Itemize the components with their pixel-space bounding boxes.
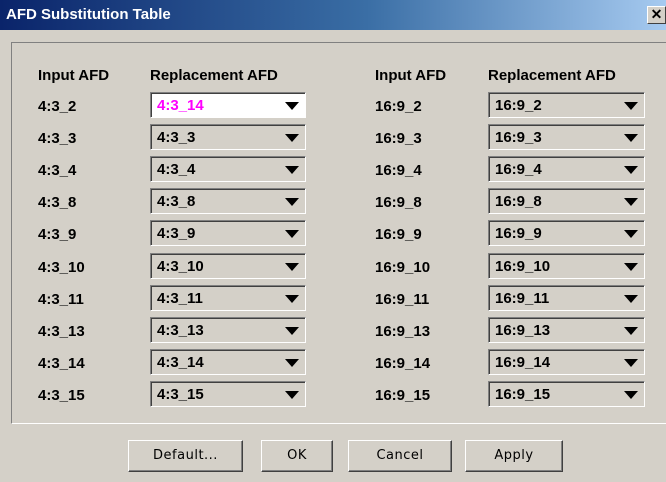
replacement-afd-dropdown[interactable]: 4:3_9 xyxy=(150,220,306,246)
input-afd-label: 4:3_14 xyxy=(38,355,85,372)
input-afd-label: 16:9_3 xyxy=(375,130,422,147)
header-input-afd-right: Input AFD xyxy=(375,67,447,84)
replacement-afd-dropdown[interactable]: 16:9_13 xyxy=(488,317,645,343)
replacement-afd-value: 16:9_15 xyxy=(495,386,551,403)
cancel-button[interactable]: Cancel xyxy=(348,440,452,472)
replacement-afd-value: 16:9_4 xyxy=(495,161,542,178)
replacement-afd-dropdown[interactable]: 4:3_14 xyxy=(150,92,306,118)
replacement-afd-value: 16:9_13 xyxy=(495,322,551,339)
chevron-down-icon[interactable] xyxy=(285,295,299,303)
input-afd-label: 4:3_15 xyxy=(38,387,85,404)
chevron-down-icon[interactable] xyxy=(285,198,299,206)
input-afd-label: 4:3_2 xyxy=(38,98,77,115)
replacement-afd-dropdown[interactable]: 4:3_3 xyxy=(150,124,306,150)
chevron-down-icon[interactable] xyxy=(624,359,638,367)
replacement-afd-dropdown[interactable]: 16:9_4 xyxy=(488,156,645,182)
replacement-afd-value: 16:9_11 xyxy=(495,290,550,307)
input-afd-label: 4:3_4 xyxy=(38,162,77,179)
replacement-afd-dropdown[interactable]: 4:3_15 xyxy=(150,381,306,407)
replacement-afd-dropdown[interactable]: 4:3_8 xyxy=(150,188,306,214)
input-afd-label: 4:3_9 xyxy=(38,226,77,243)
chevron-down-icon[interactable] xyxy=(285,102,299,110)
input-afd-label: 16:9_10 xyxy=(375,259,431,276)
chevron-down-icon[interactable] xyxy=(285,134,299,142)
replacement-afd-value: 4:3_14 xyxy=(157,354,204,371)
default-button[interactable]: Default... xyxy=(128,440,243,472)
chevron-down-icon[interactable] xyxy=(624,198,638,206)
replacement-afd-dropdown[interactable]: 4:3_14 xyxy=(150,349,306,375)
replacement-afd-dropdown[interactable]: 4:3_10 xyxy=(150,253,306,279)
header-replacement-afd-right: Replacement AFD xyxy=(488,67,616,84)
apply-button[interactable]: Apply xyxy=(465,440,563,472)
input-afd-label: 4:3_3 xyxy=(38,130,77,147)
replacement-afd-dropdown[interactable]: 16:9_14 xyxy=(488,349,645,375)
chevron-down-icon[interactable] xyxy=(285,230,299,238)
replacement-afd-value: 16:9_3 xyxy=(495,129,542,146)
replacement-afd-dropdown[interactable]: 4:3_13 xyxy=(150,317,306,343)
replacement-afd-value: 4:3_14 xyxy=(157,97,204,114)
input-afd-label: 4:3_13 xyxy=(38,323,85,340)
replacement-afd-value: 4:3_13 xyxy=(157,322,204,339)
input-afd-label: 16:9_8 xyxy=(375,194,422,211)
chevron-down-icon[interactable] xyxy=(285,327,299,335)
chevron-down-icon[interactable] xyxy=(624,230,638,238)
input-afd-label: 16:9_15 xyxy=(375,387,431,404)
input-afd-label: 4:3_8 xyxy=(38,194,77,211)
replacement-afd-dropdown[interactable]: 16:9_15 xyxy=(488,381,645,407)
input-afd-label: 16:9_2 xyxy=(375,98,422,115)
header-input-afd-left: Input AFD xyxy=(38,67,110,84)
title-bar: AFD Substitution Table ✕ xyxy=(0,0,666,30)
chevron-down-icon[interactable] xyxy=(624,166,638,174)
chevron-down-icon[interactable] xyxy=(285,166,299,174)
ok-button[interactable]: OK xyxy=(261,440,333,472)
chevron-down-icon[interactable] xyxy=(285,391,299,399)
window-title: AFD Substitution Table xyxy=(6,6,171,23)
input-afd-label: 16:9_11 xyxy=(375,291,430,308)
replacement-afd-value: 16:9_14 xyxy=(495,354,551,371)
replacement-afd-value: 4:3_8 xyxy=(157,193,196,210)
chevron-down-icon[interactable] xyxy=(624,327,638,335)
replacement-afd-value: 4:3_15 xyxy=(157,386,204,403)
input-afd-label: 16:9_9 xyxy=(375,226,422,243)
replacement-afd-value: 4:3_11 xyxy=(157,290,203,307)
chevron-down-icon[interactable] xyxy=(624,295,638,303)
input-afd-label: 4:3_10 xyxy=(38,259,85,276)
chevron-down-icon[interactable] xyxy=(624,391,638,399)
replacement-afd-dropdown[interactable]: 4:3_11 xyxy=(150,285,306,311)
input-afd-label: 16:9_4 xyxy=(375,162,422,179)
chevron-down-icon[interactable] xyxy=(624,134,638,142)
replacement-afd-dropdown[interactable]: 16:9_10 xyxy=(488,253,645,279)
replacement-afd-value: 4:3_10 xyxy=(157,258,204,275)
chevron-down-icon[interactable] xyxy=(624,102,638,110)
replacement-afd-dropdown[interactable]: 16:9_2 xyxy=(488,92,645,118)
input-afd-label: 16:9_13 xyxy=(375,323,431,340)
replacement-afd-value: 16:9_2 xyxy=(495,97,542,114)
header-replacement-afd-left: Replacement AFD xyxy=(150,67,278,84)
chevron-down-icon[interactable] xyxy=(624,263,638,271)
chevron-down-icon[interactable] xyxy=(285,359,299,367)
replacement-afd-value: 16:9_9 xyxy=(495,225,542,242)
close-icon: ✕ xyxy=(650,6,663,22)
replacement-afd-dropdown[interactable]: 16:9_11 xyxy=(488,285,645,311)
replacement-afd-value: 4:3_4 xyxy=(157,161,196,178)
replacement-afd-value: 4:3_3 xyxy=(157,129,196,146)
chevron-down-icon[interactable] xyxy=(285,263,299,271)
replacement-afd-dropdown[interactable]: 16:9_9 xyxy=(488,220,645,246)
replacement-afd-value: 16:9_10 xyxy=(495,258,551,275)
replacement-afd-dropdown[interactable]: 4:3_4 xyxy=(150,156,306,182)
replacement-afd-value: 4:3_9 xyxy=(157,225,196,242)
close-button[interactable]: ✕ xyxy=(647,6,666,24)
replacement-afd-dropdown[interactable]: 16:9_8 xyxy=(488,188,645,214)
input-afd-label: 16:9_14 xyxy=(375,355,431,372)
replacement-afd-value: 16:9_8 xyxy=(495,193,542,210)
replacement-afd-dropdown[interactable]: 16:9_3 xyxy=(488,124,645,150)
input-afd-label: 4:3_11 xyxy=(38,291,84,308)
